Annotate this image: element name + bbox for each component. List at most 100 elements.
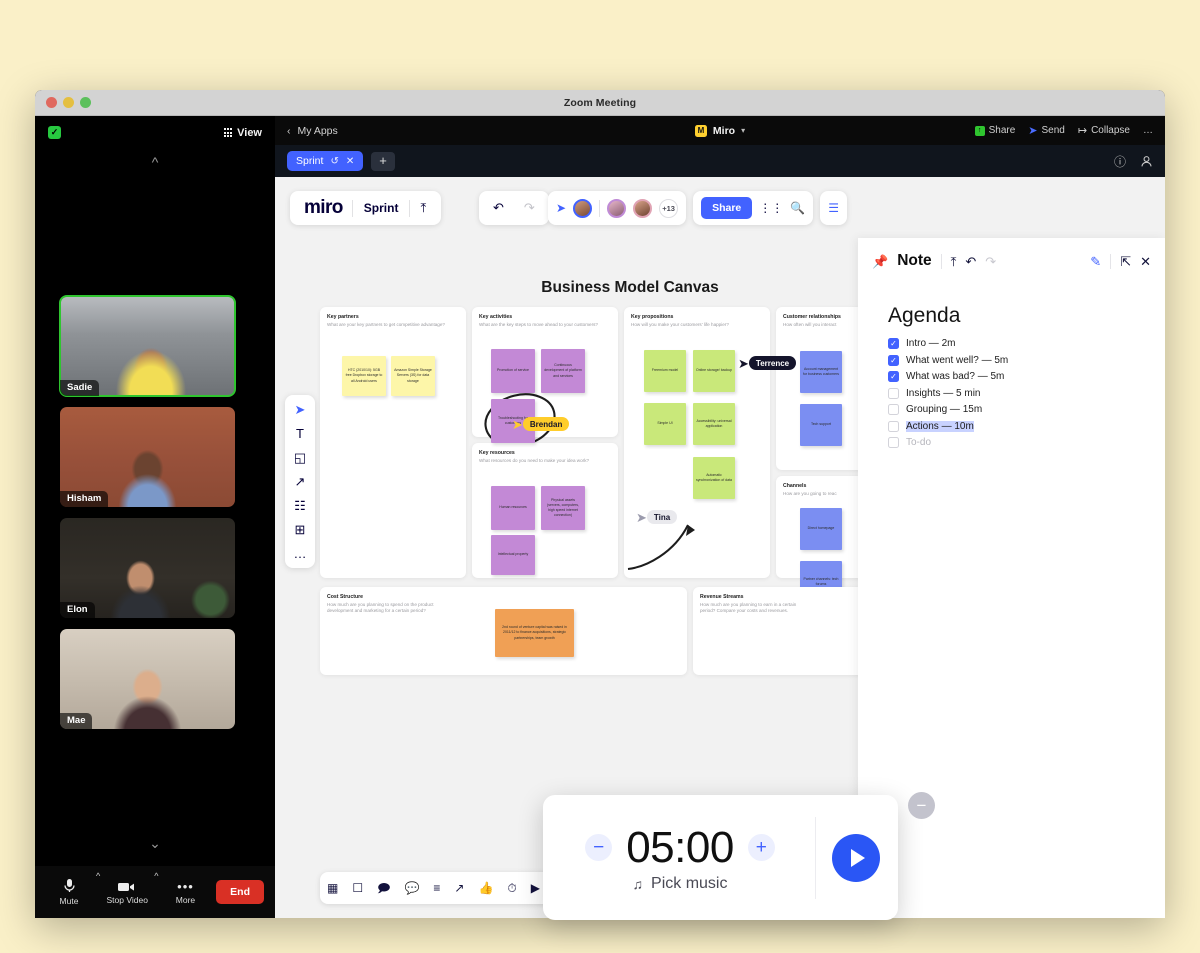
upload-icon[interactable]: ⤒ [951, 255, 957, 268]
select-tool[interactable]: ➤ [295, 403, 306, 416]
share-app-button[interactable]: ↑ Share [974, 125, 1015, 136]
mute-button[interactable]: Mute [46, 878, 92, 906]
frame-tool[interactable]: ⊞ [295, 523, 306, 536]
checkbox-icon[interactable] [888, 387, 899, 399]
comment-icon[interactable]: 🗩 [377, 882, 390, 894]
sticky-note[interactable]: Intellectual property [491, 535, 535, 575]
notes-icon[interactable]: ☰ [828, 201, 839, 215]
frames-icon[interactable]: ▦ [327, 882, 338, 894]
participant-tile-mae[interactable]: Mae [60, 629, 235, 729]
sticky-note[interactable]: Online storage/ backup [693, 350, 735, 392]
sticky-note-tool[interactable]: ◱ [294, 451, 306, 464]
sticky-note[interactable]: Direct homepage [800, 508, 842, 550]
participant-tile-hisham[interactable]: Hisham [60, 407, 235, 507]
agenda-item-intro[interactable]: ✓ Intro — 2m [888, 338, 1165, 349]
checkbox-icon[interactable] [888, 437, 899, 448]
undo-icon[interactable]: ↶ [483, 200, 514, 216]
sliders-icon[interactable]: ⋮⋮ [759, 201, 783, 215]
chat-icon[interactable]: 💬 [404, 882, 419, 894]
participant-tile-elon[interactable]: Elon [60, 518, 235, 618]
checkbox-checked-icon[interactable]: ✓ [888, 371, 899, 382]
presentation-icon[interactable]: ☐ [352, 882, 363, 894]
chevron-down-icon[interactable]: ▾ [741, 126, 745, 135]
timer-decrease-button[interactable]: − [585, 834, 613, 861]
close-icon[interactable]: ✕ [346, 156, 354, 167]
send-app-button[interactable]: ➤ Send [1028, 124, 1065, 137]
refresh-icon[interactable]: ↺ [330, 156, 338, 167]
agenda-item-grouping[interactable]: Grouping — 15m [888, 404, 1165, 415]
participant-tile-sadie[interactable]: Sadie [59, 295, 236, 397]
timer-play-button[interactable] [832, 833, 880, 882]
section-key-propositions[interactable]: Key propositions How will you make your … [624, 307, 770, 578]
agenda-item-todo[interactable]: To-do [888, 437, 1165, 448]
avatar[interactable] [573, 198, 593, 218]
sticky-note[interactable]: Human resources [491, 486, 535, 530]
checkbox-checked-icon[interactable]: ✓ [888, 338, 899, 349]
more-tools[interactable]: … [294, 547, 307, 560]
sticky-note[interactable]: Freemium model [644, 350, 686, 392]
expand-icon[interactable]: ⇱ [1120, 255, 1131, 268]
tab-sprint[interactable]: Sprint ↺ ✕ [287, 151, 364, 171]
sticky-note[interactable]: Simple UI [644, 403, 686, 445]
section-key-partners[interactable]: Key partners What are your key partners … [320, 307, 466, 578]
stop-video-button[interactable]: Stop Video [104, 880, 150, 905]
collapse-app-button[interactable]: ↦ Collapse [1078, 124, 1130, 137]
redo-icon[interactable]: ↷ [514, 200, 545, 216]
sticky-note[interactable]: 2nd round of venture capital was raised … [495, 609, 574, 657]
shield-check-icon[interactable]: ✓ [48, 126, 61, 139]
board-name-label[interactable]: Sprint [353, 201, 410, 215]
video-options-chevron-icon[interactable]: ^ [154, 871, 158, 881]
avatar[interactable] [607, 198, 627, 218]
agenda-item-what-went-well[interactable]: ✓ What went well? — 5m [888, 354, 1165, 366]
sticky-note[interactable]: Tech support [800, 404, 842, 446]
agenda-item-actions[interactable]: Actions — 10m [888, 420, 1165, 432]
scroll-up-button[interactable]: ^ [35, 149, 275, 175]
bmc-canvas[interactable]: Business Model Canvas Key partners What … [320, 223, 940, 883]
agenda-item-what-was-bad[interactable]: ✓ What was bad? — 5m [888, 371, 1165, 382]
avatar-overflow[interactable]: +13 [659, 198, 679, 218]
section-key-resources[interactable]: Key resources What resources do you need… [472, 443, 618, 578]
search-icon[interactable]: 🔍 [790, 201, 805, 215]
text-tool[interactable]: T [296, 427, 304, 440]
mute-options-chevron-icon[interactable]: ^ [96, 871, 100, 881]
view-button[interactable]: View [223, 127, 262, 139]
sticky-note[interactable]: Automatic synchronization of data [693, 457, 735, 499]
miro-wordmark[interactable]: miro [295, 197, 352, 219]
cursor-share-icon[interactable]: ➤ [556, 201, 566, 215]
end-meeting-button[interactable]: End [216, 880, 264, 904]
agenda-item-insights[interactable]: Insights — 5 min [888, 387, 1165, 399]
person-icon[interactable] [1140, 155, 1153, 168]
undo-icon[interactable]: ↶ [965, 255, 976, 268]
sticky-note[interactable]: HTC (2010/10): 5GB free Dropbox storage … [342, 356, 386, 396]
close-icon[interactable]: ✕ [1140, 255, 1151, 268]
comment-tool[interactable]: ☷ [294, 499, 306, 512]
checkbox-icon[interactable] [888, 404, 899, 415]
section-cost-structure[interactable]: Cost Structure How much are you planning… [320, 587, 687, 675]
checkbox-checked-icon[interactable]: ✓ [888, 354, 899, 366]
cards-icon[interactable]: ≡ [433, 882, 440, 894]
share-button[interactable]: Share [701, 197, 753, 219]
reaction-icon[interactable]: 👍 [478, 882, 493, 894]
checkbox-icon[interactable] [888, 420, 899, 432]
help-circle-icon[interactable]: ⓘ [1114, 153, 1126, 170]
arrow-tool[interactable]: ↗ [295, 475, 306, 488]
timer-icon[interactable]: ⏱ [507, 882, 516, 894]
sticky-note[interactable]: Physical assets (servers, computers, hig… [541, 486, 585, 530]
timer-increase-button[interactable]: + [747, 834, 775, 861]
redo-icon[interactable]: ↷ [985, 255, 996, 268]
scroll-down-button[interactable]: ⌄ [35, 830, 275, 856]
new-tab-button[interactable]: + [371, 151, 395, 171]
more-button[interactable]: ••• More [162, 880, 208, 905]
sticky-note[interactable]: Accessibility: universal application [693, 403, 735, 445]
sticky-note[interactable]: Amazon Simple Storage Servers (3S) for d… [391, 356, 435, 396]
upload-icon[interactable]: ⤒ [410, 200, 436, 216]
video-chat-icon[interactable]: ▶ [531, 882, 540, 894]
timer-minimize-button[interactable]: − [908, 792, 935, 819]
notes-pill[interactable]: ☰ [820, 191, 847, 225]
collaborator-icon[interactable]: ✎ [1090, 255, 1101, 268]
sticky-note[interactable]: Account management for business customer… [800, 351, 842, 393]
avatar[interactable] [633, 198, 653, 218]
pin-icon[interactable]: 📌 [872, 255, 888, 268]
pick-music-button[interactable]: ♫ Pick music [633, 875, 728, 893]
app-overflow-button[interactable]: … [1143, 125, 1153, 136]
